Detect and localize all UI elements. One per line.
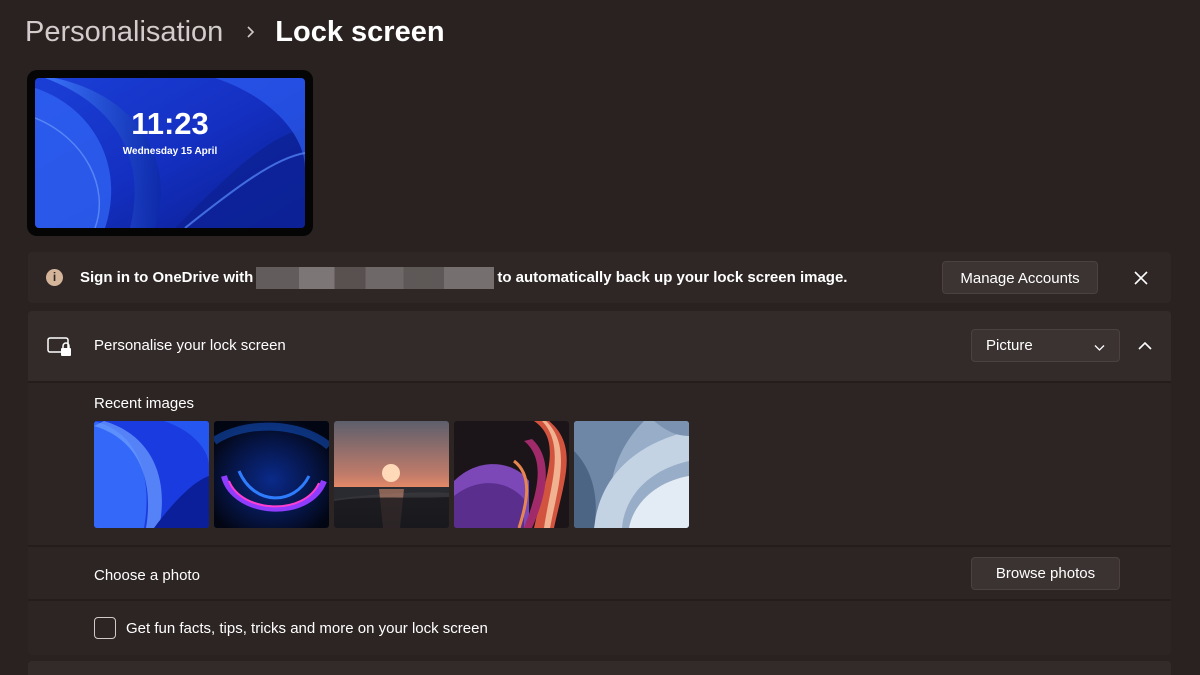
lock-screen-preview-image: 11:23 Wednesday 15 April xyxy=(35,78,305,228)
lock-screen-icon xyxy=(47,336,73,358)
recent-image-bloom-blue[interactable] xyxy=(94,421,209,528)
breadcrumb-personalisation-link[interactable]: Personalisation xyxy=(25,16,223,49)
chevron-right-icon xyxy=(245,25,256,39)
onedrive-info-bar: i Sign in to OneDrive with to automatica… xyxy=(28,252,1171,303)
recent-image-purple-ribbons[interactable] xyxy=(454,421,569,528)
info-icon: i xyxy=(46,269,63,286)
lock-screen-type-dropdown[interactable]: Picture xyxy=(971,329,1120,362)
next-settings-card xyxy=(28,661,1171,675)
divider xyxy=(28,599,1171,601)
recent-images-label: Recent images xyxy=(94,395,195,412)
breadcrumb: Personalisation Lock screen xyxy=(25,12,445,52)
chevron-up-icon[interactable] xyxy=(1134,337,1156,355)
chevron-down-icon xyxy=(1094,340,1105,351)
preview-date: Wednesday 15 April xyxy=(122,146,218,157)
preview-time: 11:23 xyxy=(131,106,209,141)
personalise-lock-screen-card: Personalise your lock screen Picture Rec… xyxy=(28,311,1171,655)
manage-accounts-button[interactable]: Manage Accounts xyxy=(942,261,1098,294)
choose-photo-label: Choose a photo xyxy=(94,567,200,584)
recent-image-bloom-dark-purple[interactable] xyxy=(214,421,329,528)
personalise-lock-screen-header[interactable]: Personalise your lock screen Picture xyxy=(28,311,1171,381)
close-icon[interactable] xyxy=(1129,266,1153,290)
fun-facts-label: Get fun facts, tips, tricks and more on … xyxy=(126,620,488,637)
redacted-email xyxy=(256,266,495,289)
dropdown-selected-value: Picture xyxy=(986,337,1033,354)
fun-facts-checkbox[interactable] xyxy=(94,617,116,639)
divider xyxy=(28,545,1171,547)
info-text-before: Sign in to OneDrive with xyxy=(80,269,254,286)
personalise-label: Personalise your lock screen xyxy=(94,337,286,354)
lock-screen-preview: 11:23 Wednesday 15 April xyxy=(27,70,313,236)
recent-image-sunset-lake[interactable] xyxy=(334,421,449,528)
info-message: Sign in to OneDrive with to automaticall… xyxy=(80,252,847,303)
info-text-after: to automatically back up your lock scree… xyxy=(497,269,848,286)
recent-image-light-blue-bloom[interactable] xyxy=(574,421,689,528)
page-title: Lock screen xyxy=(275,15,445,48)
divider xyxy=(28,381,1171,383)
recent-images-list xyxy=(94,421,689,528)
browse-photos-button[interactable]: Browse photos xyxy=(971,557,1120,590)
